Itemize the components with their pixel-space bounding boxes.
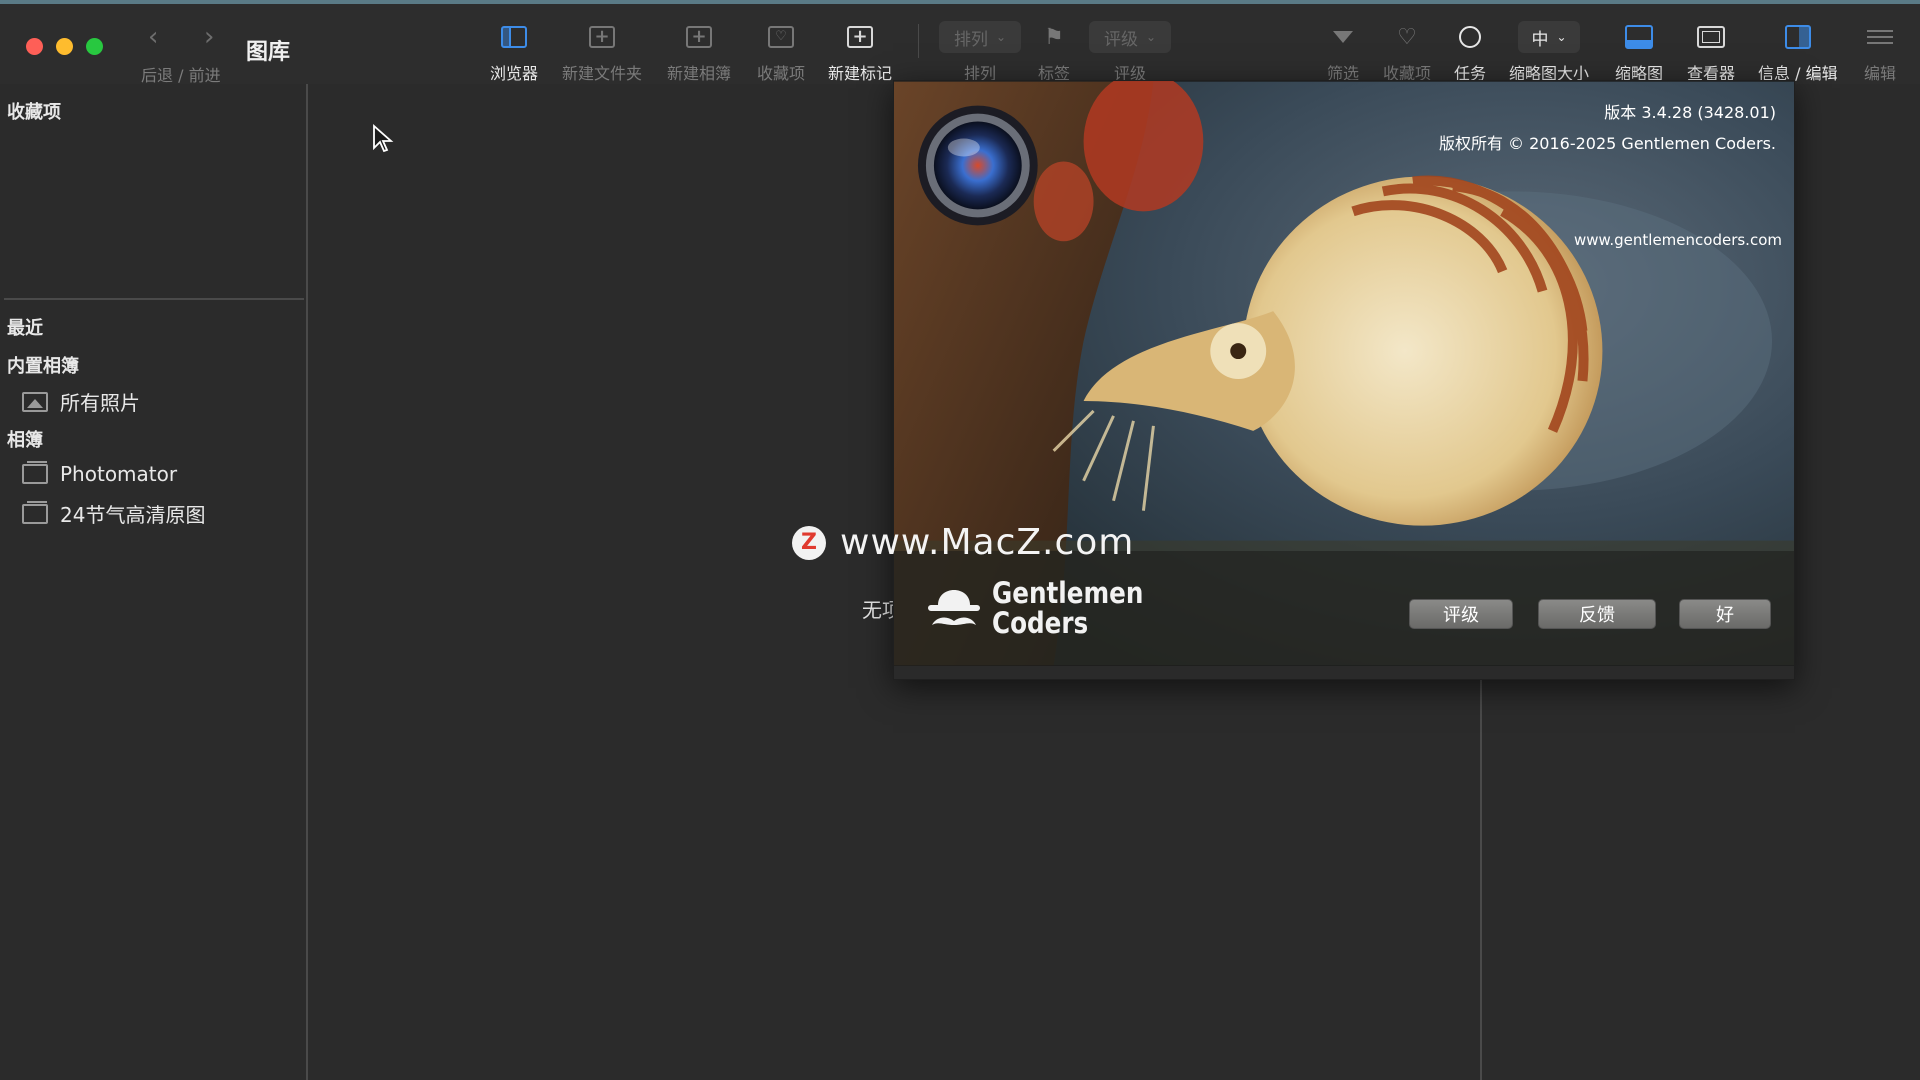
filter-button[interactable]: 筛选 [1327, 20, 1359, 84]
sort-control[interactable]: 排列 ⌄ 排列 [939, 20, 1021, 84]
sidebar-item-all-photos[interactable]: 所有照片 [22, 387, 140, 416]
about-website-link[interactable]: www.gentlemencoders.com [1574, 231, 1782, 249]
bowler-hat-mustache-icon [928, 590, 980, 625]
watermark: Z www.MacZ.com [792, 522, 1134, 563]
sidebar-item-photomator[interactable]: Photomator [22, 461, 178, 486]
circle-icon [1459, 26, 1481, 48]
tasks-button[interactable]: 任务 [1454, 20, 1486, 84]
new-folder-icon: + [589, 26, 615, 48]
viewer-icon [1697, 26, 1725, 48]
heart-icon: ♡ [1397, 24, 1417, 50]
edit-label: 编辑 [1864, 64, 1897, 83]
new-album-label: 新建相簿 [667, 64, 732, 83]
ok-button[interactable]: 好 [1679, 599, 1771, 629]
sort-dropdown[interactable]: 排列 ⌄ [939, 21, 1021, 53]
about-copyright: 版权所有 © 2016-2025 Gentlemen Coders. [1438, 134, 1776, 153]
thumbnail-size-dropdown[interactable]: 中 ⌄ [1518, 21, 1580, 53]
info-edit-button[interactable]: 信息 / 编辑 [1758, 20, 1838, 84]
flag-button[interactable]: ⚑ 标签 [1038, 20, 1070, 84]
browser-sidebar-icon [501, 26, 527, 48]
gentlemen-coders-wordmark: Gentlemen Coders [992, 578, 1143, 638]
new-folder-label: 新建文件夹 [562, 64, 643, 83]
chevron-down-icon: ⌄ [995, 30, 1007, 44]
sidebar: 收藏项 最近 内置相簿 所有照片 相簿 Photomator 24节气高清原图 [0, 84, 308, 1080]
brand-line-1: Gentlemen [992, 576, 1144, 610]
info-panel-icon [1784, 25, 1811, 49]
about-version: 版本 3.4.28 (3428.01) [1604, 103, 1776, 122]
favorites-button[interactable]: ♡ 收藏项 [757, 20, 805, 84]
new-tag-button[interactable]: + 新建标记 [828, 20, 892, 84]
mouse-cursor-icon [373, 124, 394, 153]
photos-icon [22, 391, 48, 412]
minimize-window-button[interactable] [56, 38, 73, 55]
back-chevron-icon[interactable]: ‹ [148, 22, 158, 52]
edit-button[interactable]: 编辑 [1864, 20, 1896, 84]
sidebar-item-label: 所有照片 [60, 391, 140, 415]
favorites-filter-button[interactable]: ♡ 收藏项 [1383, 20, 1431, 84]
sliders-icon [1867, 27, 1893, 47]
sidebar-builtin-albums-header: 内置相簿 [7, 356, 79, 377]
sidebar-item-label: Photomator [60, 462, 178, 486]
gentlemen-coders-logo: Gentlemen Coders [926, 577, 1170, 639]
rate-button[interactable]: 评级 [1409, 599, 1513, 629]
sidebar-favorites-header: 收藏项 [7, 102, 61, 123]
sidebar-divider [4, 298, 304, 300]
favorite-album-icon: ♡ [768, 26, 794, 48]
thumbnails-button[interactable]: 缩略图 [1615, 20, 1663, 84]
watermark-text: www.MacZ.com [840, 522, 1135, 563]
thumbnail-size-control[interactable]: 中 ⌄ 缩略图大小 [1509, 20, 1589, 84]
sort-dropdown-value: 排列 [953, 29, 988, 50]
chevron-down-icon: ⌄ [1556, 30, 1567, 44]
about-panel: 版本 3.4.28 (3428.01) 版权所有 © 2016-2025 Gen… [893, 80, 1795, 680]
toolbar: ‹ › 后退 / 前进 图库 浏览器 + 新建文件夹 + 新建相簿 ♡ 收藏项 … [0, 4, 1920, 85]
album-icon [22, 461, 48, 484]
watermark-logo-icon: Z [792, 525, 826, 560]
toolbar-divider [918, 24, 919, 58]
thumbnail-view-icon [1625, 25, 1653, 49]
album-icon [22, 500, 48, 524]
window-title: 图库 [246, 40, 291, 65]
brand-line-2: Coders [992, 606, 1089, 640]
browser-label: 浏览器 [490, 64, 539, 83]
rating-control[interactable]: 评级 ⌄ 评级 [1089, 20, 1171, 84]
new-folder-button[interactable]: + 新建文件夹 [562, 20, 642, 84]
close-window-button[interactable] [26, 38, 43, 55]
new-album-button[interactable]: + 新建相簿 [667, 20, 731, 84]
sidebar-item-solar-terms[interactable]: 24节气高清原图 [22, 499, 205, 528]
back-forward-label: 后退 / 前进 [141, 66, 221, 85]
zoom-window-button[interactable] [86, 38, 103, 55]
thumbnail-size-value: 中 [1531, 29, 1549, 50]
browser-button[interactable]: 浏览器 [490, 20, 538, 84]
filter-funnel-icon [1333, 31, 1353, 43]
new-tag-icon: + [847, 26, 873, 48]
viewer-button[interactable]: 查看器 [1687, 20, 1735, 84]
rating-dropdown[interactable]: 评级 ⌄ [1089, 21, 1171, 53]
flag-icon: ⚑ [1044, 24, 1064, 50]
feedback-button[interactable]: 反馈 [1538, 599, 1656, 629]
about-panel-footer [894, 666, 1794, 679]
sidebar-albums-header: 相簿 [7, 430, 43, 451]
rating-dropdown-value: 评级 [1103, 29, 1138, 50]
pane-divider[interactable] [1480, 680, 1482, 1080]
chevron-down-icon: ⌄ [1145, 30, 1157, 44]
new-tag-label: 新建标记 [828, 64, 893, 83]
forward-chevron-icon[interactable]: › [204, 22, 214, 52]
favorites-label: 收藏项 [757, 64, 806, 83]
sidebar-item-recent[interactable]: 最近 [7, 314, 43, 340]
new-album-icon: + [686, 26, 712, 48]
sidebar-item-label: 24节气高清原图 [60, 503, 206, 527]
